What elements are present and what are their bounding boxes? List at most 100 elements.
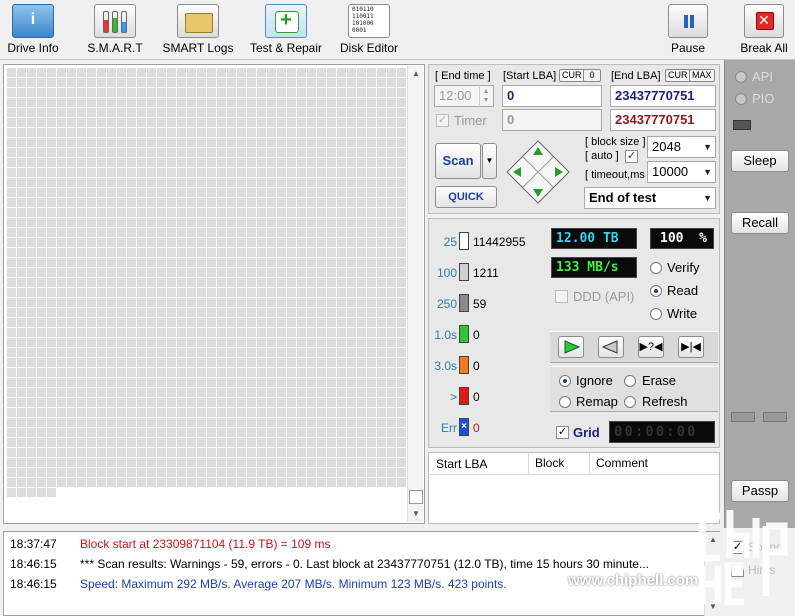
butterfly-button[interactable]: ▶|◀ xyxy=(678,336,704,358)
surface-block xyxy=(357,398,366,407)
surface-block xyxy=(297,358,306,367)
api-radio[interactable] xyxy=(735,71,747,83)
smart-logs-button[interactable]: SMART Logs xyxy=(162,4,234,58)
auto-checkbox[interactable]: ✓ xyxy=(625,150,638,163)
start-lba-zero-button[interactable]: 0 xyxy=(583,69,601,82)
surface-block xyxy=(227,158,236,167)
surface-block xyxy=(67,438,76,447)
surface-block xyxy=(57,478,66,487)
surface-block xyxy=(267,98,276,107)
end-lba-cur-button[interactable]: CUR xyxy=(665,69,691,82)
block-size-select[interactable]: 2048 ▼ xyxy=(647,136,716,158)
pause-button[interactable]: Pause xyxy=(666,4,710,58)
surface-block xyxy=(47,168,56,177)
surface-block xyxy=(237,78,246,87)
surface-block xyxy=(97,278,106,287)
end-lba-input[interactable]: 23437770751 xyxy=(610,85,716,107)
surface-block xyxy=(267,348,276,357)
map-scrollbar[interactable]: ▲ ▼ xyxy=(407,66,423,522)
pio-radio[interactable] xyxy=(735,93,747,105)
write-radio[interactable] xyxy=(650,308,662,320)
scroll-down-icon[interactable]: ▼ xyxy=(408,506,424,522)
surface-block xyxy=(397,198,406,207)
surface-block xyxy=(187,388,196,397)
scroll-thumb[interactable] xyxy=(409,490,423,504)
surface-block xyxy=(217,348,226,357)
refresh-radio[interactable] xyxy=(624,396,636,408)
ddd-checkbox[interactable] xyxy=(555,290,568,303)
surface-block xyxy=(17,238,26,247)
timer-checkbox[interactable]: ✓ xyxy=(436,114,449,127)
surface-block xyxy=(227,268,236,277)
read-radio[interactable] xyxy=(650,285,662,297)
surface-block xyxy=(317,88,326,97)
recall-button[interactable]: Recall xyxy=(731,212,789,234)
play-button[interactable] xyxy=(558,336,584,358)
scan-dropdown-button[interactable]: ▼ xyxy=(482,143,497,179)
grid-timer-display: 00:00:00 xyxy=(609,421,715,443)
surface-block xyxy=(277,288,286,297)
surface-block xyxy=(297,408,306,417)
break-all-button[interactable]: ✕ Break All xyxy=(738,4,790,58)
surface-block xyxy=(247,408,256,417)
column-block[interactable]: Block xyxy=(528,453,564,474)
start-lba-cur-button[interactable]: CUR xyxy=(559,69,585,82)
timeout-select[interactable]: 10000 ▼ xyxy=(647,161,716,183)
surface-block xyxy=(227,448,236,457)
surface-block xyxy=(197,338,206,347)
scan-button[interactable]: Scan xyxy=(435,143,481,179)
test-repair-button[interactable]: + Test & Repair xyxy=(246,4,326,58)
surface-block xyxy=(17,418,26,427)
surface-block xyxy=(77,448,86,457)
surface-block xyxy=(327,198,336,207)
surface-block xyxy=(327,68,336,77)
surface-block xyxy=(67,318,76,327)
surface-block xyxy=(197,108,206,117)
surface-block xyxy=(137,198,146,207)
column-start-lba[interactable]: Start LBA xyxy=(436,457,487,471)
disk-editor-button[interactable]: 010110 110011 101000 0001 Disk Editor xyxy=(338,4,400,58)
surface-block xyxy=(317,148,326,157)
verify-radio[interactable] xyxy=(650,262,662,274)
surface-block xyxy=(97,198,106,207)
reverse-button[interactable] xyxy=(598,336,624,358)
surface-block xyxy=(387,208,396,217)
timer-input[interactable]: 0 xyxy=(502,109,602,131)
surface-block xyxy=(47,308,56,317)
random-seek-button[interactable]: ▶?◀ xyxy=(638,336,664,358)
surface-block xyxy=(297,398,306,407)
surface-block xyxy=(287,478,296,487)
erase-radio[interactable] xyxy=(624,375,636,387)
surface-block xyxy=(167,138,176,147)
surface-block xyxy=(127,318,136,327)
surface-block xyxy=(87,138,96,147)
surface-block xyxy=(87,448,96,457)
surface-block xyxy=(17,278,26,287)
surface-block xyxy=(107,478,116,487)
surface-block xyxy=(47,128,56,137)
end-time-spinner[interactable]: ▲ ▼ xyxy=(479,87,492,105)
sleep-button[interactable]: Sleep xyxy=(731,150,789,172)
drive-info-button[interactable]: i Drive Info xyxy=(4,4,62,58)
column-comment[interactable]: Comment xyxy=(589,453,648,474)
surface-block xyxy=(207,468,216,477)
quick-button[interactable]: QUICK xyxy=(435,186,497,208)
surface-block xyxy=(157,98,166,107)
surface-block xyxy=(287,208,296,217)
surface-block xyxy=(227,258,236,267)
surface-block xyxy=(157,88,166,97)
scroll-up-icon[interactable]: ▲ xyxy=(408,66,424,82)
end-lba-max-button[interactable]: MAX xyxy=(689,69,715,82)
surface-block xyxy=(127,258,136,267)
surface-block xyxy=(347,68,356,77)
end-action-select[interactable]: End of test ▼ xyxy=(584,187,716,209)
remap-radio[interactable] xyxy=(559,396,571,408)
ignore-radio[interactable] xyxy=(559,375,571,387)
surface-block xyxy=(297,188,306,197)
surface-block xyxy=(357,188,366,197)
smart-button[interactable]: S.M.A.R.T xyxy=(84,4,146,58)
grid-checkbox[interactable]: ✓ xyxy=(556,426,569,439)
direction-pad[interactable] xyxy=(505,139,571,205)
end-time-input[interactable]: 12:00 ▲ ▼ xyxy=(434,85,494,107)
start-lba-input[interactable]: 0 xyxy=(502,85,602,107)
